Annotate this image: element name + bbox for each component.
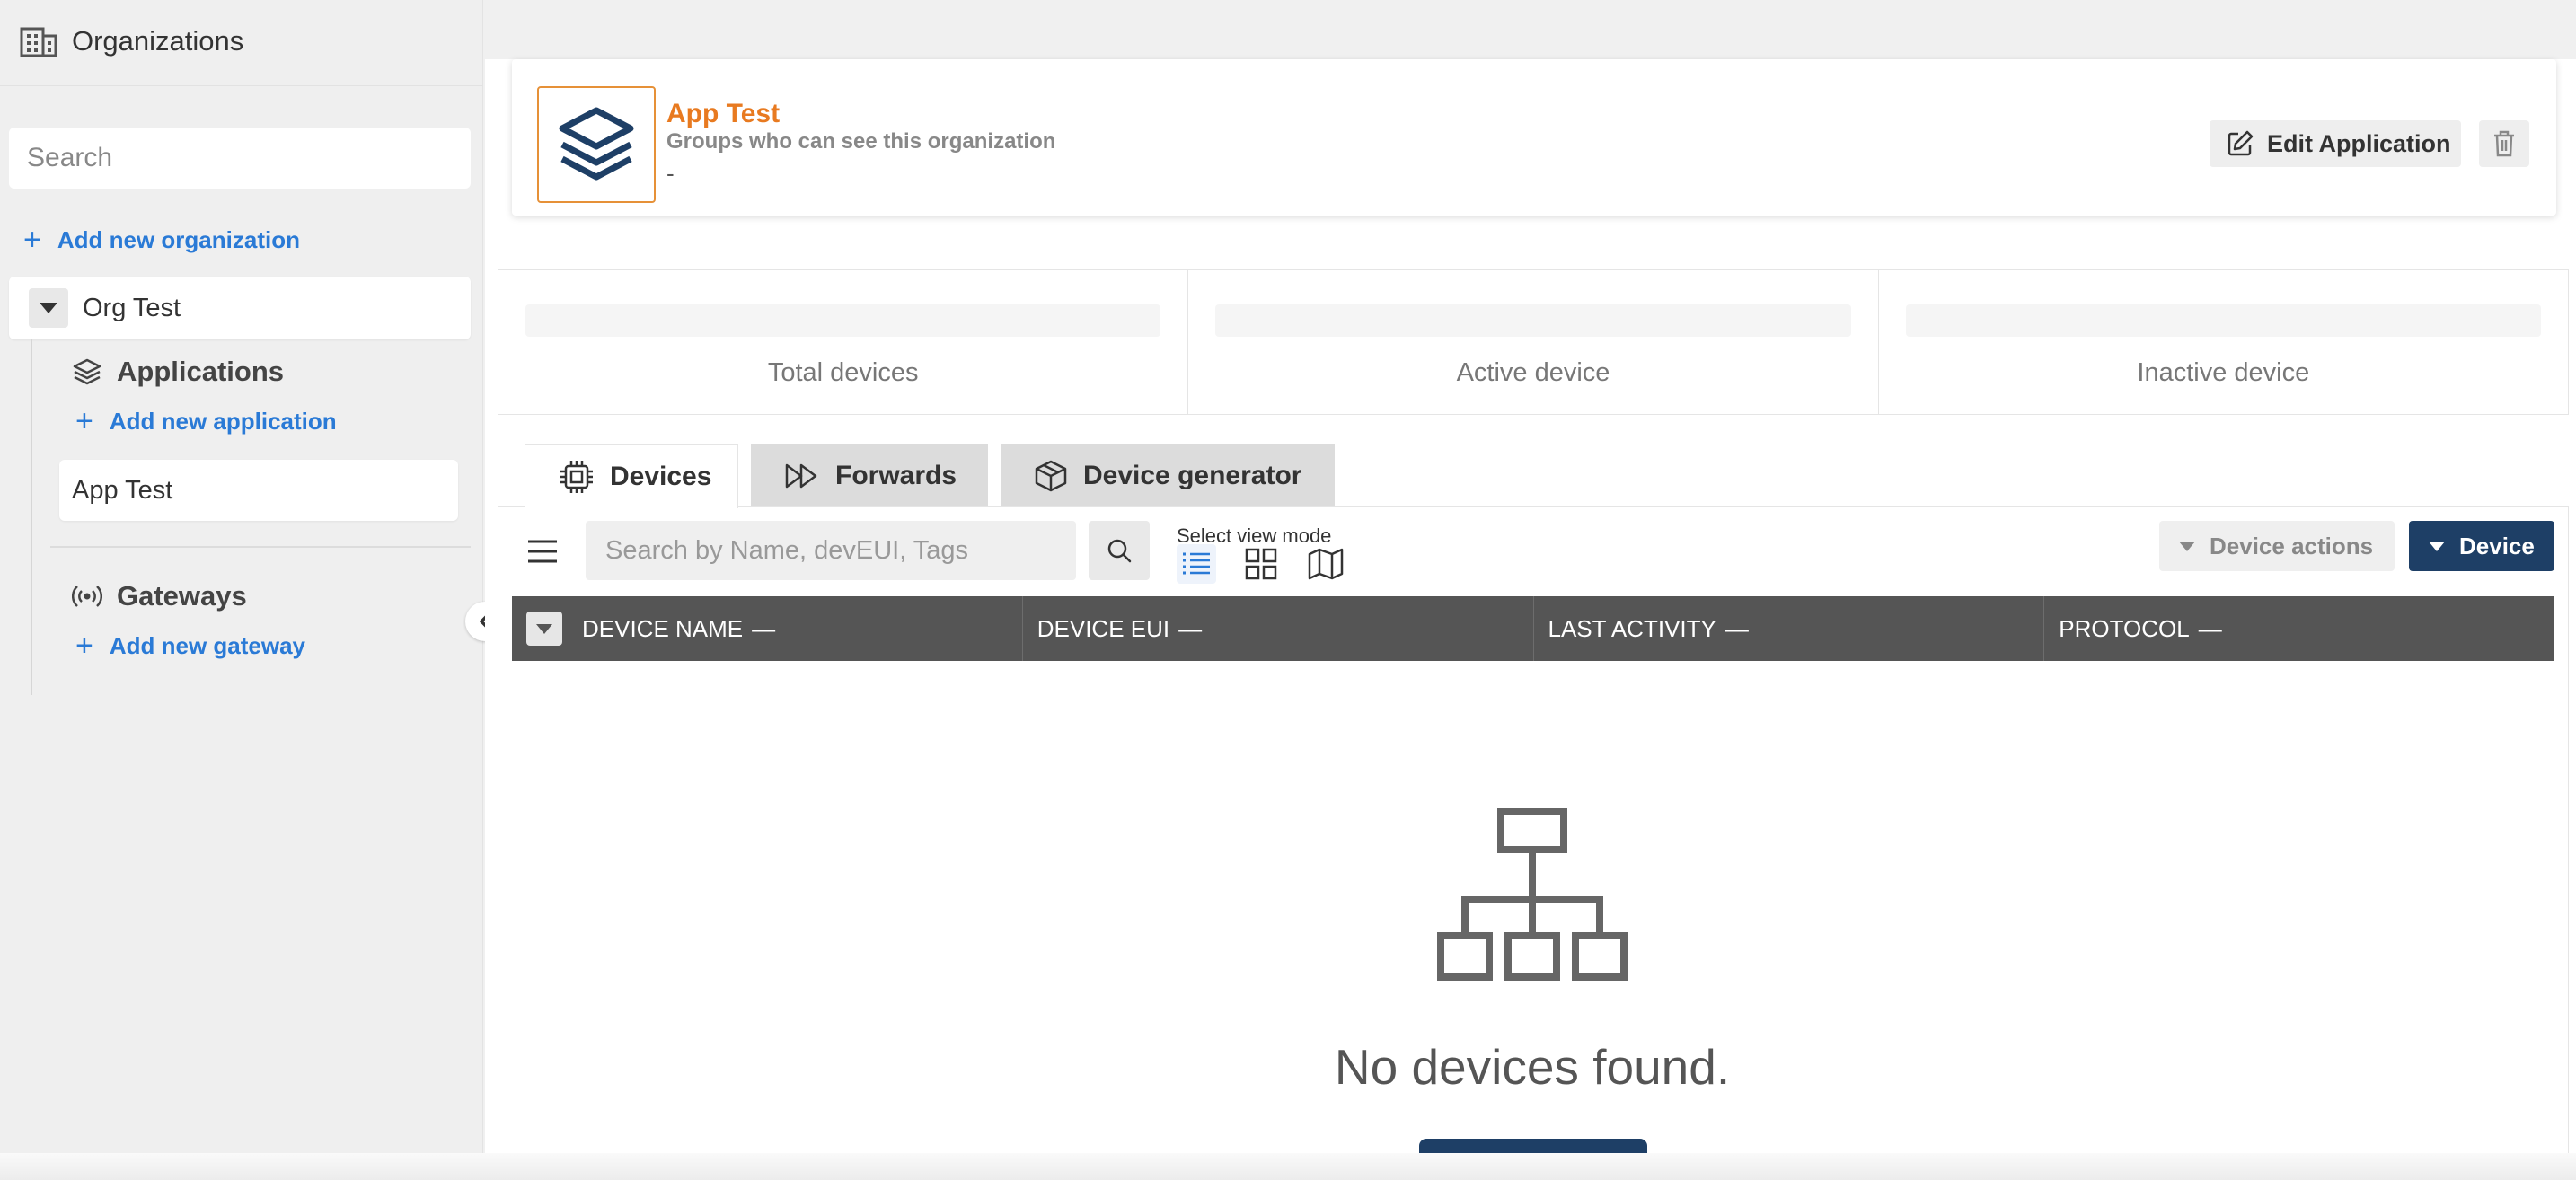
application-name: App Test	[666, 99, 781, 128]
gateways-label: Gateways	[117, 580, 247, 612]
page-bottom	[0, 1153, 2576, 1180]
plus-icon: +	[75, 629, 93, 663]
stat-label: Active device	[1456, 358, 1610, 387]
add-organization-link[interactable]: + Add new organization	[23, 225, 300, 255]
edit-application-button[interactable]: Edit Application	[2210, 120, 2461, 167]
add-gateway-label: Add new gateway	[109, 631, 306, 659]
sidebar-item-app[interactable]: App Test	[59, 460, 458, 521]
hierarchy-icon	[1437, 808, 1628, 981]
layers-logo-icon	[559, 107, 634, 181]
org-expand-toggle[interactable]	[29, 288, 68, 328]
caret-down-icon	[2179, 541, 2195, 551]
sidebar-title: Organizations	[72, 25, 244, 57]
add-application-link[interactable]: + Add new application	[75, 406, 337, 436]
column-label: DEVICE NAME	[582, 614, 744, 642]
tab-label: Devices	[610, 461, 712, 491]
application-logo	[537, 86, 656, 203]
tab-label: Forwards	[835, 461, 957, 490]
trash-icon	[2494, 130, 2514, 157]
sort-indicator: —	[752, 614, 776, 642]
edit-icon	[2228, 130, 2254, 156]
search-button[interactable]	[1089, 521, 1150, 580]
app-item-label: App Test	[72, 475, 173, 505]
application-card: App Test Groups who can see this organiz…	[512, 59, 2556, 216]
tab-forwards[interactable]: Forwards	[751, 444, 988, 508]
select-all-toggle[interactable]	[526, 612, 562, 646]
stat-label: Total devices	[767, 358, 919, 387]
empty-state-message: No devices found.	[1334, 1039, 1731, 1095]
device-actions-button[interactable]: Device actions	[2159, 521, 2395, 571]
tree-line	[31, 339, 32, 695]
map-icon	[1308, 548, 1344, 580]
tab-device-generator[interactable]: Device generator	[1001, 444, 1335, 508]
tab-devices[interactable]: Devices	[525, 444, 738, 508]
device-stats: Total devices Active device Inactive dev…	[498, 269, 2569, 415]
sort-indicator: —	[1725, 614, 1749, 642]
add-gateway-link[interactable]: + Add new gateway	[75, 630, 305, 661]
box-icon	[1035, 460, 1067, 492]
stat-placeholder	[525, 304, 1161, 337]
stat-inactive-device: Inactive device	[1879, 270, 2568, 414]
column-label: DEVICE EUI	[1037, 614, 1170, 642]
stat-placeholder	[1905, 304, 2541, 337]
devices-table-header: DEVICE NAME — DEVICE EUI — LAST ACTIVITY…	[512, 596, 2554, 661]
device-actions-label: Device actions	[2210, 532, 2374, 559]
column-label: LAST ACTIVITY	[1548, 614, 1716, 642]
add-application-label: Add new application	[109, 407, 337, 435]
caret-down-icon	[40, 303, 57, 313]
column-device-name[interactable]: DEVICE NAME —	[512, 596, 1023, 661]
fast-forward-icon	[785, 463, 817, 489]
plus-icon: +	[75, 404, 93, 438]
device-button-label: Device	[2459, 532, 2535, 559]
list-icon	[1183, 552, 1210, 575]
chip-icon	[560, 460, 593, 493]
divider	[50, 546, 471, 548]
grid-view-button[interactable]	[1241, 544, 1281, 584]
stat-total-devices: Total devices	[498, 270, 1189, 414]
column-device-eui[interactable]: DEVICE EUI —	[1023, 596, 1534, 661]
sort-indicator: —	[1178, 614, 1203, 642]
stat-active-device: Active device	[1188, 270, 1879, 414]
application-subtitle: Groups who can see this organization	[666, 129, 1056, 154]
groups-value: -	[666, 160, 675, 187]
grid-icon	[1245, 548, 1277, 580]
organization-search-input[interactable]	[9, 128, 471, 189]
add-device-button[interactable]: Device	[2409, 521, 2554, 571]
column-label: PROTOCOL	[2059, 614, 2190, 642]
caret-down-icon	[536, 623, 552, 634]
sort-indicator: —	[2198, 614, 2222, 642]
applications-section-header: Applications	[72, 356, 284, 388]
column-last-activity[interactable]: LAST ACTIVITY —	[1534, 596, 2045, 661]
org-name: Org Test	[83, 293, 181, 322]
applications-label: Applications	[117, 356, 285, 387]
stat-label: Inactive device	[2137, 358, 2310, 387]
add-organization-label: Add new organization	[57, 225, 300, 253]
delete-application-button[interactable]	[2479, 120, 2529, 167]
tab-label: Device generator	[1083, 461, 1302, 490]
building-icon	[20, 27, 57, 57]
device-search-input[interactable]	[586, 521, 1076, 580]
map-view-button[interactable]	[1306, 544, 1345, 584]
search-icon	[1107, 539, 1132, 563]
column-protocol[interactable]: PROTOCOL —	[2044, 596, 2554, 661]
sidebar-header: Organizations	[0, 0, 483, 86]
sidebar: Organizations + Add new organization Org…	[0, 0, 483, 1180]
list-view-button[interactable]	[1177, 544, 1216, 584]
broadcast-icon	[72, 586, 102, 607]
org-item[interactable]: Org Test	[9, 277, 471, 339]
menu-icon[interactable]	[526, 539, 559, 564]
edit-application-label: Edit Application	[2267, 129, 2451, 157]
layers-icon	[73, 358, 101, 385]
plus-icon: +	[23, 223, 41, 257]
stat-placeholder	[1215, 304, 1851, 337]
caret-down-icon	[2429, 541, 2445, 551]
gateways-section-header: Gateways	[72, 580, 247, 612]
